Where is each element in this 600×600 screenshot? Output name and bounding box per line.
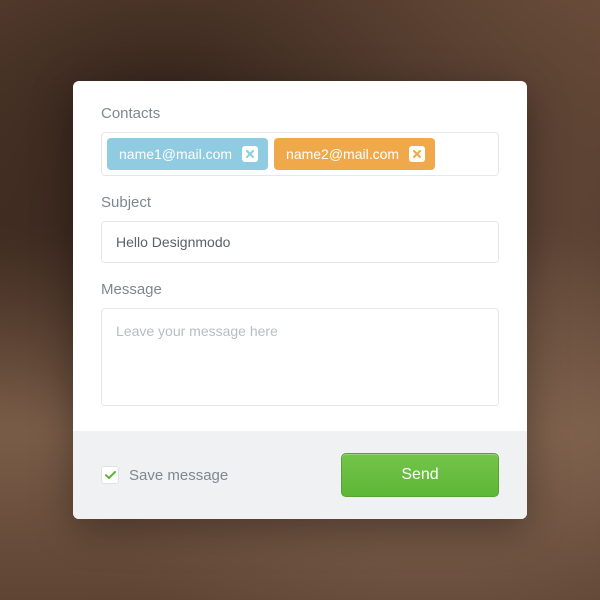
remove-contact-icon[interactable] [409, 146, 425, 162]
save-message-checkbox[interactable]: Save message [101, 466, 228, 484]
subject-input[interactable] [101, 221, 499, 263]
contact-chip-email: name2@mail.com [286, 146, 399, 162]
contact-chip-email: name1@mail.com [119, 146, 232, 162]
send-button[interactable]: Send [341, 453, 499, 497]
compose-modal: Contacts name1@mail.com name2@mail.com S… [73, 81, 527, 519]
contact-chip: name2@mail.com [274, 138, 435, 170]
contacts-label: Contacts [101, 105, 499, 122]
message-label: Message [101, 281, 499, 298]
modal-footer: Save message Send [73, 431, 527, 519]
message-textarea[interactable] [101, 308, 499, 406]
contacts-input[interactable]: name1@mail.com name2@mail.com [101, 132, 499, 176]
subject-label: Subject [101, 194, 499, 211]
checkbox-box [101, 466, 119, 484]
remove-contact-icon[interactable] [242, 146, 258, 162]
contact-chip: name1@mail.com [107, 138, 268, 170]
check-icon [105, 471, 116, 480]
modal-body: Contacts name1@mail.com name2@mail.com S… [73, 81, 527, 431]
save-message-label: Save message [129, 467, 228, 484]
